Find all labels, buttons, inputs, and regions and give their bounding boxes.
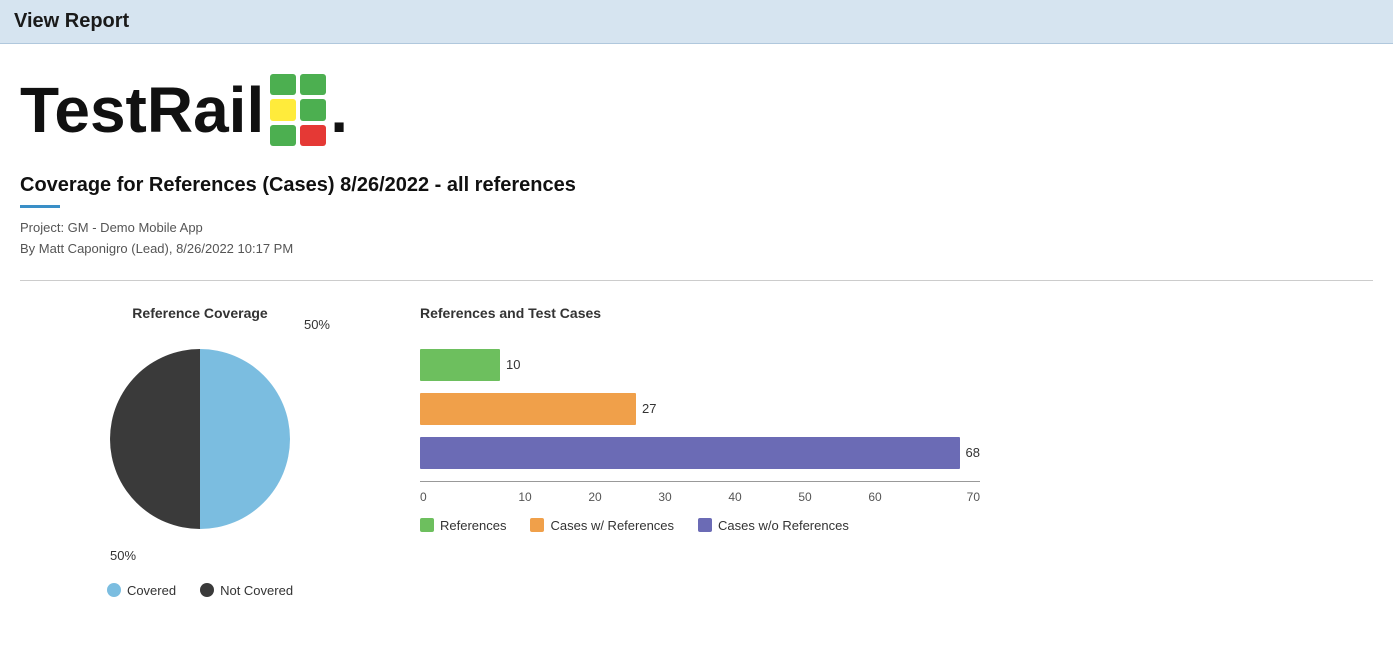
bar-row-1: 27: [420, 393, 980, 425]
logo-grid: [270, 74, 326, 146]
logo-cell-3: [300, 99, 326, 120]
pie-chart-title: Reference Coverage: [132, 305, 267, 321]
bar-legend-color-1: [530, 518, 544, 532]
x-tick-2: 20: [560, 490, 630, 504]
page-header: View Report: [0, 0, 1393, 44]
pie-chart-svg: [100, 339, 300, 539]
x-axis: 010203040506070: [420, 481, 980, 504]
logo: TestRail .: [20, 74, 1373, 146]
x-tick-3: 30: [630, 490, 700, 504]
logo-cell-1: [300, 74, 326, 95]
bar-value-2: 68: [966, 445, 980, 460]
bar-chart-section: References and Test Cases 10276801020304…: [420, 305, 1353, 533]
not-covered-label: Not Covered: [220, 583, 293, 598]
logo-cell-4: [270, 125, 296, 146]
logo-cell-0: [270, 74, 296, 95]
logo-cell-2: [270, 99, 296, 120]
bar-legend-item-0: References: [420, 518, 506, 533]
report-project: Project: GM - Demo Mobile App: [20, 218, 1373, 239]
bar-chart-title: References and Test Cases: [420, 305, 1353, 321]
x-tick-1: 10: [490, 490, 560, 504]
report-title: Coverage for References (Cases) 8/26/202…: [20, 174, 1373, 197]
pie-legend-not-covered: Not Covered: [200, 583, 293, 598]
bar-legend-color-0: [420, 518, 434, 532]
bar-value-0: 10: [506, 357, 520, 372]
bar-legend-label-0: References: [440, 518, 506, 533]
bar-legend-color-2: [698, 518, 712, 532]
logo-cell-5: [300, 125, 326, 146]
main-content: TestRail . Coverage for References (Case…: [0, 44, 1393, 618]
pie-legend-covered: Covered: [107, 583, 176, 598]
bar-fill-0: [420, 349, 500, 381]
report-author: By Matt Caponigro (Lead), 8/26/2022 10:1…: [20, 239, 1373, 260]
section-divider: [20, 280, 1373, 281]
logo-dot: .: [330, 78, 348, 142]
bar-value-1: 27: [642, 401, 656, 416]
bar-legend-label-1: Cases w/ References: [550, 518, 674, 533]
covered-label: Covered: [127, 583, 176, 598]
bar-chart-area: 102768010203040506070: [420, 339, 1353, 504]
pie-legend: Covered Not Covered: [107, 583, 293, 598]
x-tick-7: 70: [910, 490, 980, 504]
report-title-section: Coverage for References (Cases) 8/26/202…: [20, 174, 1373, 260]
pie-chart-wrapper: 50% 50%: [100, 339, 300, 539]
x-tick-0: 0: [420, 490, 490, 504]
bar-row-2: 68: [420, 437, 980, 469]
covered-dot: [107, 583, 121, 597]
charts-container: Reference Coverage 50% 50% Covered: [20, 305, 1373, 598]
bar-fill-1: [420, 393, 636, 425]
logo-text: TestRail: [20, 78, 264, 142]
page-title: View Report: [14, 10, 129, 32]
bar-row-0: 10: [420, 349, 980, 381]
pie-chart-section: Reference Coverage 50% 50% Covered: [40, 305, 360, 598]
bar-legend-label-2: Cases w/o References: [718, 518, 849, 533]
x-tick-6: 60: [840, 490, 910, 504]
x-tick-5: 50: [770, 490, 840, 504]
not-covered-dot: [200, 583, 214, 597]
logo-area: TestRail .: [20, 74, 1373, 146]
pie-not-covered-label: 50%: [110, 548, 136, 563]
pie-covered-label: 50%: [304, 317, 330, 332]
report-divider: [20, 205, 60, 208]
bar-legend: References Cases w/ References Cases w/o R…: [420, 518, 1353, 533]
bar-legend-item-1: Cases w/ References: [530, 518, 674, 533]
x-tick-4: 40: [700, 490, 770, 504]
bar-fill-2: [420, 437, 960, 469]
bar-legend-item-2: Cases w/o References: [698, 518, 849, 533]
